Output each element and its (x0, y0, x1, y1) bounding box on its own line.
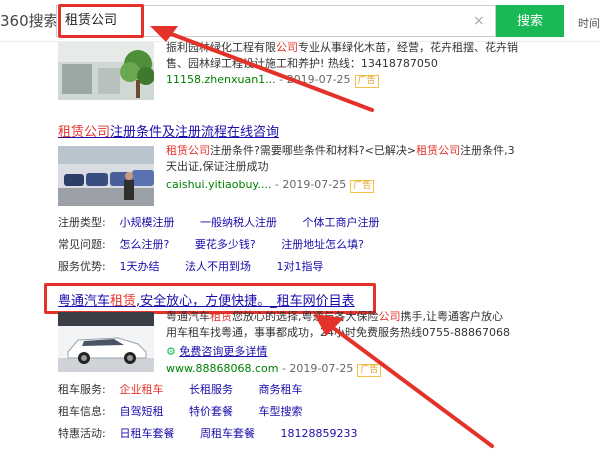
sitelink[interactable]: 18128859233 (281, 427, 358, 440)
result2-sitelink-row: 服务优势: 1天办结 法人不用到场 1对1指导 (58, 258, 324, 274)
sitelink[interactable]: 要花多少钱? (195, 236, 256, 252)
result3-sitelink-row: 租车服务: 企业租车 长租服务 商务租车 (58, 381, 303, 397)
sitelink[interactable]: 一般纳税人注册 (200, 214, 277, 230)
sitelink[interactable]: 车型搜索 (259, 403, 303, 419)
ad-badge: 广告 (357, 364, 382, 377)
ad-badge: 广告 (350, 180, 375, 193)
white-car-image (58, 312, 154, 372)
sitelink[interactable]: 特价套餐 (189, 403, 233, 419)
sitelink[interactable]: 1对1指导 (277, 258, 324, 274)
time-filter-link[interactable]: 时间 (578, 15, 600, 31)
sitelink[interactable]: 1天办结 (120, 258, 160, 274)
result1-url[interactable]: 11158.zhenxuan1... - 2019-07-25 广告 (166, 73, 379, 88)
sitelink[interactable]: 周租车套餐 (200, 425, 255, 441)
parked-cars-image (58, 146, 154, 206)
result3-sitelink-row: 特惠活动: 日租车套餐 周租车套餐 18128859233 (58, 425, 358, 441)
sitelink[interactable]: 个体工商户注册 (303, 214, 380, 230)
result3-thumbnail[interactable] (58, 312, 154, 372)
result2-url[interactable]: caishui.yitiaobuy.... - 2019-07-25 广告 (166, 178, 375, 193)
ad-badge: 广告 (354, 75, 379, 88)
query-highlight-box (58, 4, 144, 38)
search-button[interactable]: 搜索 (496, 5, 564, 37)
result2-thumbnail[interactable] (58, 146, 154, 206)
sitelink[interactable]: 日租车套餐 (120, 425, 175, 441)
office-plants-image (58, 42, 154, 100)
sitelink[interactable]: 自驾短租 (120, 403, 164, 419)
result3-description: 粤通汽车租赁您放心的选择,粤通与各大保险公司携手,让粤通客户放心 用车租车找粤通… (166, 310, 510, 339)
clear-icon[interactable]: × (473, 6, 485, 36)
sitelink[interactable]: 小规模注册 (120, 214, 175, 230)
sitelink[interactable]: 企业租车 (120, 381, 164, 397)
headset-icon: ⚙ (166, 345, 176, 358)
result1-description: 振利园林绿化工程有限公司专业从事绿化木苗，经营，花卉租摆、花卉销 售、园林绿工程… (166, 41, 518, 70)
sitelink[interactable]: 长租服务 (189, 381, 233, 397)
sitelink[interactable]: 注册地址怎么填? (281, 236, 364, 252)
sitelink[interactable]: 法人不用到场 (185, 258, 251, 274)
result3-url[interactable]: www.88868068.com - 2019-07-25 广告 (166, 362, 382, 377)
result2-description: 租赁公司注册条件?需要哪些条件和材料?<已解决>租赁公司注册条件,3 天出证,保… (166, 144, 515, 173)
sitelink[interactable]: 商务租车 (259, 381, 303, 397)
result2-title-link[interactable]: 租赁公司注册条件及注册流程在线咨询 (58, 121, 279, 140)
result3-sitelink-row: 租车信息: 自驾短租 特价套餐 车型搜索 (58, 403, 303, 419)
sitelink[interactable]: 怎么注册? (120, 236, 170, 252)
result2-sitelink-row: 常见问题: 怎么注册? 要花多少钱? 注册地址怎么填? (58, 236, 365, 252)
result1-thumbnail[interactable] (58, 42, 154, 100)
result2-sitelink-row: 注册类型: 小规模注册 一般纳税人注册 个体工商户注册 (58, 214, 380, 230)
site-logo[interactable]: 360搜索 (0, 10, 59, 31)
consult-link[interactable]: ⚙ 免费咨询更多详情 (166, 344, 267, 360)
